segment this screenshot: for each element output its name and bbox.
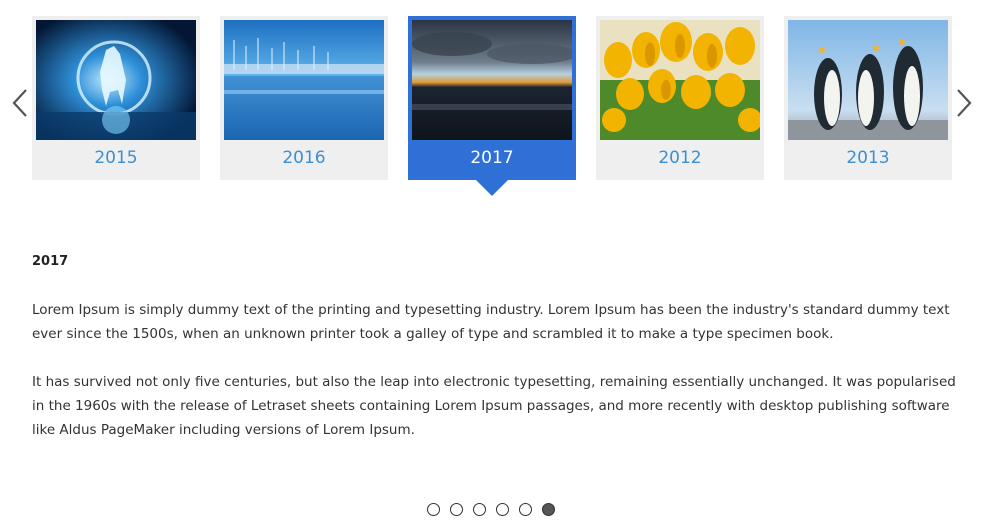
pagination-dot-4[interactable] (496, 503, 509, 516)
timeline-card-2016[interactable]: 2016 (220, 16, 388, 180)
pagination-dot-6[interactable] (542, 503, 555, 516)
harbor-sailboats-image (224, 20, 384, 140)
pagination-dot-2[interactable] (450, 503, 463, 516)
timeline-card-2013[interactable]: 2013 (784, 16, 952, 180)
timeline-year-label: 2017 (470, 148, 514, 168)
timeline-year-label: 2015 (94, 148, 138, 168)
pagination-dot-5[interactable] (519, 503, 532, 516)
timeline-card-2012[interactable]: 2012 (596, 16, 764, 180)
detail-paragraph: It has survived not only five centuries,… (32, 374, 956, 438)
chevron-left-icon[interactable] (8, 88, 32, 118)
sunset-sea-clouds-image (412, 20, 572, 140)
timeline-carousel: 2015 2016 2017 2012 2013 (0, 0, 984, 200)
chevron-right-icon[interactable] (952, 88, 976, 118)
timeline-year-label: 2012 (658, 148, 702, 168)
pagination-dot-3[interactable] (473, 503, 486, 516)
timeline-year-label: 2013 (846, 148, 890, 168)
timeline-card-2015[interactable]: 2015 (32, 16, 200, 180)
timeline-year-label: 2016 (282, 148, 326, 168)
yellow-tulips-image (600, 20, 760, 140)
active-item-pointer (476, 180, 508, 196)
unicorn-moon-night-image (36, 20, 196, 140)
penguins-image (788, 20, 948, 140)
detail-paragraph: Lorem Ipsum is simply dummy text of the … (32, 302, 950, 342)
timeline-card-2017[interactable]: 2017 (408, 16, 576, 180)
timeline-detail: 2017 Lorem Ipsum is simply dummy text of… (32, 250, 957, 466)
detail-title: 2017 (32, 254, 69, 269)
pagination-dot-1[interactable] (427, 503, 440, 516)
